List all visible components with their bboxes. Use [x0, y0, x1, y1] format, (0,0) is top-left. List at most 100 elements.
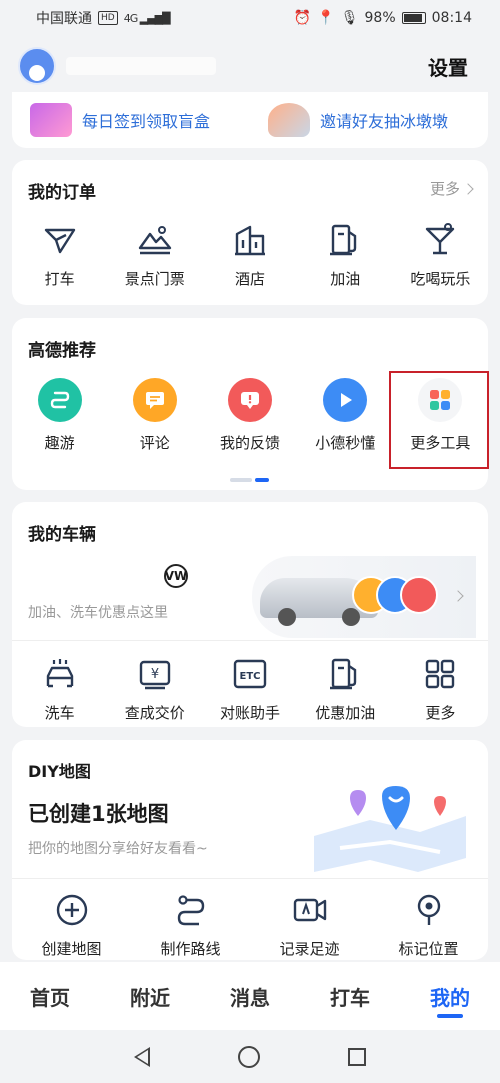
mascot-icon	[268, 103, 310, 137]
vehicle-tools: 洗车 ¥ 查成交价 ETC 对账助手 优惠加油 更多	[12, 656, 488, 723]
back-icon[interactable]	[134, 1046, 150, 1067]
alarm-icon: ⏰	[293, 10, 312, 26]
order-tickets[interactable]: 景点门票	[107, 222, 202, 289]
diy-actions: 创建地图 制作路线 记录足迹 标记位置	[12, 892, 488, 959]
divider	[12, 640, 488, 641]
battery-icon	[401, 12, 426, 24]
promo-invite[interactable]: 邀请好友抽冰墩墩	[250, 103, 488, 137]
active-tab-indicator	[437, 1014, 463, 1018]
diy-subtitle: 把你的地图分享给好友看看~	[28, 841, 208, 857]
promo-invite-label: 邀请好友抽冰墩墩	[320, 112, 449, 131]
grid-more-icon	[426, 659, 455, 689]
feedback-glyph	[241, 392, 259, 409]
orders-more-link[interactable]: 更多	[429, 178, 474, 199]
tab-taxi[interactable]: 打车	[300, 962, 400, 1030]
order-taxi-label: 打车	[44, 270, 75, 288]
settings-button[interactable]: 设置	[428, 52, 468, 81]
tool-etc[interactable]: ETC 对账助手	[202, 656, 297, 723]
tool-price[interactable]: ¥ 查成交价	[107, 656, 202, 723]
vehicle-banner[interactable]	[252, 556, 476, 638]
recent-apps-icon[interactable]	[348, 1047, 366, 1066]
rec-quyou-label: 趣游	[44, 434, 75, 452]
profile-area[interactable]	[18, 47, 216, 85]
chevron-right-icon	[452, 590, 464, 602]
fuel-discount-icon	[330, 658, 357, 690]
price-tag-icon: ¥	[139, 660, 170, 690]
diy-map-card: DIY地图 已创建1张地图 把你的地图分享给好友看看~ 创建地图 制作路线 记录…	[12, 740, 488, 960]
diy-record-trace[interactable]: 记录足迹	[250, 892, 369, 959]
order-fun[interactable]: 吃喝玩乐	[393, 222, 488, 289]
status-bar: 中国联通 HD 4G ▂▄▆█ ⏰ 📍 🎙 98% 08:14	[0, 0, 500, 36]
rec-feedback[interactable]: 我的反馈	[202, 378, 297, 453]
rec-quyou[interactable]: 趣游	[12, 378, 107, 453]
diy-mark-location[interactable]: 标记位置	[369, 892, 488, 959]
tab-nearby[interactable]: 附近	[100, 962, 200, 1030]
vehicle-summary[interactable]: VW 加油、洗车优惠点这里	[12, 554, 488, 640]
page-dot	[230, 478, 252, 482]
hd-badge: HD	[98, 11, 118, 25]
location-icon: 📍	[317, 10, 335, 26]
wheel-icon	[342, 608, 360, 626]
carrier-label: 中国联通	[36, 11, 92, 27]
vehicle-title: 我的车辆	[28, 525, 96, 545]
tab-mine[interactable]: 我的	[400, 962, 500, 1030]
status-left: 中国联通 HD 4G ▂▄▆█	[36, 8, 171, 28]
diy-title: DIY地图	[28, 762, 91, 781]
diy-record-trace-label: 记录足迹	[279, 940, 340, 958]
fuel-icon	[330, 224, 357, 256]
taxi-arrow-icon	[44, 228, 75, 254]
rec-xiaode[interactable]: 小德秒懂	[298, 378, 393, 453]
divider	[12, 878, 488, 879]
tool-more[interactable]: 更多	[393, 656, 488, 723]
feedback-icon	[228, 378, 272, 422]
tool-fuel-discount[interactable]: 优惠加油	[298, 656, 393, 723]
recommend-title: 高德推荐	[28, 341, 96, 361]
tool-price-label: 查成交价	[124, 704, 185, 722]
diy-create-map[interactable]: 创建地图	[12, 892, 131, 959]
vehicle-card: 我的车辆 VW 加油、洗车优惠点这里 洗车 ¥ 查成交价 ETC 对账助手 优惠…	[12, 502, 488, 727]
diy-create-map-label: 创建地图	[41, 940, 102, 958]
rec-comment[interactable]: 评论	[107, 378, 202, 453]
tab-home[interactable]: 首页	[0, 962, 100, 1030]
order-hotel[interactable]: 酒店	[202, 222, 297, 289]
order-hotel-label: 酒店	[235, 270, 266, 288]
network-label: 4G	[123, 11, 138, 25]
diy-make-route-label: 制作路线	[160, 940, 221, 958]
tool-car-wash[interactable]: 洗车	[12, 656, 107, 723]
yen-glyph: ¥	[151, 667, 159, 682]
profile-header: 设置	[0, 36, 500, 96]
avatar[interactable]	[18, 47, 56, 85]
tool-car-wash-label: 洗车	[44, 704, 75, 722]
page-dot-active	[255, 478, 269, 482]
battery-level: 98%	[364, 10, 396, 26]
promo-checkin-label: 每日签到领取盲盒	[82, 112, 211, 131]
tab-messages[interactable]: 消息	[200, 962, 300, 1030]
avatar-face-icon	[29, 65, 45, 81]
order-fuel[interactable]: 加油	[298, 222, 393, 289]
orders-card: 我的订单 更多 打车 景点门票 酒店 加油 吃喝玩乐	[12, 160, 488, 305]
status-right: ⏰ 📍 🎙 98% 08:14	[294, 10, 472, 26]
diy-heading[interactable]: 已创建1张地图	[28, 798, 169, 828]
cocktail-icon	[426, 223, 455, 255]
wheel-icon	[278, 608, 296, 626]
order-taxi[interactable]: 打车	[12, 222, 107, 289]
diy-make-route[interactable]: 制作路线	[131, 892, 250, 959]
promo-checkin[interactable]: 每日签到领取盲盒	[12, 103, 250, 137]
chevron-right-icon	[462, 182, 474, 195]
orders-more-label: 更多	[429, 180, 460, 198]
gift-box-icon	[30, 103, 72, 137]
vw-logo-icon: VW	[164, 564, 188, 588]
signal-icon: 4G ▂▄▆█	[123, 11, 171, 25]
tab-mine-label: 我的	[430, 985, 470, 1010]
order-fuel-label: 加油	[330, 270, 361, 288]
hotel-icon	[235, 225, 265, 256]
video-record-icon	[293, 898, 326, 922]
etc-icon: ETC	[233, 659, 267, 689]
location-pin-icon	[417, 894, 440, 925]
plus-circle-icon	[56, 894, 87, 926]
route-make-icon	[177, 895, 204, 926]
tool-fuel-discount-label: 优惠加油	[315, 704, 376, 722]
promo-card: 每日签到领取盲盒 邀请好友抽冰墩墩	[12, 92, 488, 148]
diy-mark-location-label: 标记位置	[398, 940, 459, 958]
home-icon[interactable]	[238, 1045, 260, 1068]
